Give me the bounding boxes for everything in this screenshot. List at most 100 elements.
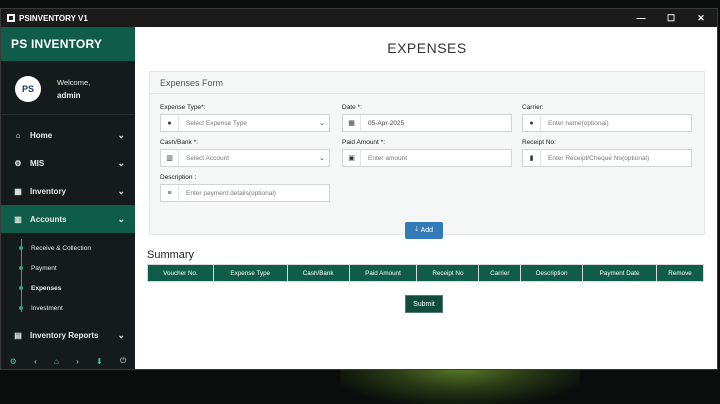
table-icon: ▦ <box>14 186 22 196</box>
page-title: EXPENSES <box>387 40 467 56</box>
avatar: PS <box>15 75 41 102</box>
app-icon <box>7 14 15 22</box>
sidebar-item-label: Accounts <box>30 214 67 224</box>
table-header-row: Voucher No. Expense Type Cash/Bank Paid … <box>147 264 704 282</box>
chevron-down-icon: ⌄ <box>117 213 125 224</box>
sidebar-item-label: Inventory Reports <box>30 330 99 340</box>
chevron-down-icon: ⌄ <box>117 129 125 140</box>
bullet-icon <box>19 246 23 250</box>
column-header-paid-amount: Paid Amount <box>348 264 418 282</box>
bar-chart-icon: ▥ <box>14 214 22 224</box>
money-icon: ▣ <box>343 150 361 166</box>
sidebar-subitem-label: Investment <box>31 304 63 312</box>
description-input[interactable]: ≡ Enter payment details(optional) <box>160 184 330 202</box>
receipt-no-input[interactable]: ▮ Enter Receipt/Cheque No(optional) <box>522 149 692 167</box>
sidebar-item-accounts[interactable]: ▥ Accounts ⌄ <box>1 205 135 233</box>
chevron-down-icon: ⌄ <box>117 185 125 196</box>
column-header-description: Description <box>520 264 584 282</box>
forward-icon[interactable]: › <box>76 357 79 366</box>
sidebar: PS INVENTORY PS Welcome, admin ⌂ Home ⌄ … <box>1 27 135 369</box>
sidebar-item-home[interactable]: ⌂ Home ⌄ <box>1 121 135 149</box>
background-glow <box>340 368 580 404</box>
sidebar-subitem-expenses[interactable]: Expenses <box>1 278 135 298</box>
home-icon: ⌂ <box>15 130 21 140</box>
close-button[interactable]: ✕ <box>687 9 715 27</box>
back-icon[interactable]: ‹ <box>34 357 37 366</box>
column-header-expense-type: Expense Type <box>212 264 288 282</box>
date-field[interactable]: ▦ 05-Apr-2025 <box>342 114 512 132</box>
cash-bank-placeholder: Select Account <box>186 154 229 162</box>
paid-amount-label: Paid Amount *: <box>342 139 385 146</box>
lines-icon: ≡ <box>161 185 179 201</box>
chevron-down-icon: ⌄ <box>319 120 325 127</box>
cash-bank-select[interactable]: ▥ Select Account ⌄ <box>160 149 330 167</box>
description-label: Description : <box>160 174 197 181</box>
date-label: Date *: <box>342 104 362 111</box>
calendar-icon: ▦ <box>343 115 361 131</box>
sidebar-item-label: Inventory <box>30 186 67 196</box>
app-window: PSINVENTORY V1 — ☐ ✕ PS INVENTORY PS Wel… <box>0 8 718 370</box>
expense-type-placeholder: Select Expense Type <box>186 119 247 127</box>
paid-amount-input[interactable]: ▣ Enter amount <box>342 149 512 167</box>
sidebar-subitem-label: Receive & Collection <box>31 244 91 252</box>
receipt-no-placeholder: Enter Receipt/Cheque No(optional) <box>548 154 650 162</box>
bullet-icon <box>19 286 23 290</box>
welcome-text: Welcome, <box>57 77 91 87</box>
form-title: Expenses Form <box>150 72 704 94</box>
home-icon[interactable]: ⌂ <box>54 357 59 366</box>
expense-type-label: Expense Type*: <box>160 104 206 111</box>
summary-title: Summary <box>147 249 195 261</box>
user-icon: ● <box>523 115 541 131</box>
gears-icon: ⚙ <box>14 158 22 168</box>
sidebar-subitem-payment[interactable]: Payment <box>1 258 135 278</box>
description-placeholder: Enter payment details(optional) <box>186 189 276 197</box>
carrier-label: Carrier: <box>522 104 544 111</box>
sidebar-item-inventory[interactable]: ▦ Inventory ⌄ <box>1 177 135 205</box>
cash-bank-label: Cash/Bank *: <box>160 139 198 146</box>
column-header-carrier: Carrier <box>478 264 522 282</box>
arrow-down-icon: 🡓 <box>414 226 419 233</box>
sidebar-item-mis[interactable]: ⚙ MIS ⌄ <box>1 149 135 177</box>
carrier-placeholder: Enter name(optional) <box>548 119 609 127</box>
paid-amount-placeholder: Enter amount <box>368 154 408 162</box>
report-icon: ▤ <box>14 330 22 340</box>
carrier-input[interactable]: ● Enter name(optional) <box>522 114 692 132</box>
settings-icon[interactable]: ⚙ <box>10 357 17 366</box>
sidebar-brand: PS INVENTORY <box>1 27 135 61</box>
window-title: PSINVENTORY V1 <box>19 13 88 23</box>
column-header-payment-date: Payment Date <box>582 264 658 282</box>
sidebar-item-inventory-reports[interactable]: ▤ Inventory Reports ⌄ <box>1 321 135 349</box>
receipt-icon: ▮ <box>523 150 541 166</box>
sidebar-item-label: MIS <box>30 158 45 168</box>
column-header-cash-bank: Cash/Bank <box>286 264 350 282</box>
download-icon[interactable]: ⬇ <box>96 357 103 366</box>
bank-icon: ▥ <box>161 150 179 166</box>
column-header-receipt-no: Receipt No <box>416 264 480 282</box>
add-button-label: Add <box>420 227 434 234</box>
receipt-no-label: Receipt No: <box>522 139 556 146</box>
submit-button[interactable]: Submit <box>405 295 443 313</box>
sidebar-item-label: Home <box>30 130 53 140</box>
chevron-down-icon: ⌄ <box>319 155 325 162</box>
maximize-button[interactable]: ☐ <box>657 9 685 27</box>
column-header-remove: Remove <box>656 264 704 282</box>
add-button[interactable]: 🡓 Add <box>405 222 443 239</box>
sidebar-subitem-label: Expenses <box>31 284 62 292</box>
minimize-button[interactable]: — <box>627 9 655 27</box>
sidebar-subitem-investment[interactable]: Investment <box>1 298 135 318</box>
expense-type-select[interactable]: ● Select Expense Type ⌄ <box>160 114 330 132</box>
expenses-form-card: Expenses Form Expense Type*: ● Select Ex… <box>149 71 705 235</box>
username: admin <box>57 90 81 100</box>
summary-table: Voucher No. Expense Type Cash/Bank Paid … <box>147 264 704 282</box>
user-profile: PS Welcome, admin <box>1 71 135 115</box>
column-header-voucher-no: Voucher No. <box>147 264 214 282</box>
sidebar-subitem-label: Payment <box>31 264 57 272</box>
power-icon[interactable]: ⏻ <box>120 356 126 366</box>
bullet-icon <box>19 306 23 310</box>
main-content: EXPENSES Expenses Form Expense Type*: ● … <box>135 27 717 369</box>
sidebar-footer: ⚙ ‹ ⌂ › ⬇ ⏻ <box>1 351 135 369</box>
chevron-down-icon: ⌄ <box>117 329 125 340</box>
sidebar-subitem-receive-collection[interactable]: Receive & Collection <box>1 238 135 258</box>
chevron-down-icon: ⌄ <box>117 157 125 168</box>
user-icon: ● <box>161 115 179 131</box>
